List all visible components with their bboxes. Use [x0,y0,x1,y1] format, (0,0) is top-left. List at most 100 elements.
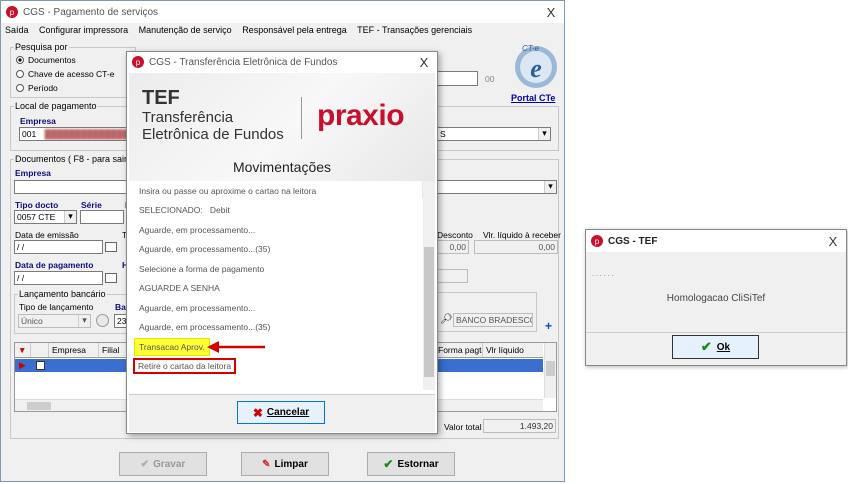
cte-logo-icon: e CT-e [515,44,557,88]
search-suffix: 00 [485,74,495,84]
messages-scrollbar[interactable] [423,181,435,390]
grid-vscroll[interactable] [544,343,556,398]
desconto-label: Desconto [437,230,473,240]
estornar-label: Estornar [397,458,439,470]
search-field[interactable] [436,71,478,86]
estornar-button[interactable]: ✔ Estornar [367,452,455,476]
ok-label: Ok [716,341,731,353]
tef-banner: TEF Transferência Eletrônica de Fundos p… [129,73,435,198]
readonly-field [435,269,468,283]
tef-brand-big: TEF [142,87,180,109]
ok-button[interactable]: ✔ Ok [672,335,759,359]
local-empresa-right: S [440,129,446,139]
tef-title-bar: p CGS - Transferência Eletrônica de Fund… [127,52,437,72]
row-checkbox[interactable] [36,361,45,370]
grid-col-empresa[interactable]: Empresa [49,343,99,357]
brand-divider [301,97,302,139]
limpar-label: Limpar [274,458,308,470]
data-emissao-field[interactable]: / / [14,240,103,254]
tipo-lancamento-label: Tipo de lançamento [19,302,94,312]
menu-bar: Saída Configurar impressora Manutenção d… [5,25,480,35]
desconto-field: 0,00 [435,240,469,254]
binoculars-icon[interactable]: 🔎︎ [440,314,453,325]
tef-dialog-title: CGS - Transferência Eletrônica de Fundos [149,56,338,68]
add-bank-button[interactable]: + [542,319,555,333]
hscroll-thumb[interactable] [27,402,51,410]
gravar-button[interactable]: ✔ Gravar [119,452,207,476]
radio-periodo-dot [16,84,24,92]
local-empresa-value: 001 [22,129,37,139]
eraser-icon: ✎ [262,458,271,470]
svg-text:CT-e: CT-e [522,44,540,53]
tipo-docto-label: Tipo docto [15,200,59,210]
tef-small-title-bar: p CGS - TEF X [586,230,846,252]
section-title: Movimentações [232,159,332,175]
cancel-x-icon: ✖ [252,405,263,420]
tef-small-dots: . . . . . . [592,271,614,278]
menu-manutencao-servico[interactable]: Manutenção de serviço [139,25,232,35]
documentos-legend: Documentos ( F8 - para sair ) [15,154,133,164]
tef-small-title: CGS - TEF [608,235,658,247]
radio-button-icon[interactable] [96,314,109,327]
data-pagamento-label: Data de pagamento [15,260,94,270]
grid-sort-icon[interactable]: ▼ [15,343,31,357]
scroll-thumb[interactable] [546,361,555,376]
limpar-button[interactable]: ✎ Limpar [241,452,329,476]
close-icon[interactable]: X [538,5,564,20]
radio-chave-acesso[interactable]: Chave de acesso CT-e [16,69,114,79]
menu-configurar-impressora[interactable]: Configurar impressora [39,25,128,35]
message-1: Insira ou passe ou aproxime o cartao na … [139,185,317,196]
svg-text:p: p [136,58,141,67]
svg-text:p: p [10,8,15,17]
annotation-arrow-icon [207,341,265,353]
grid-col-forma-pagto[interactable]: Forma pagto [435,343,483,357]
check-icon: ✔ [140,458,150,470]
message-remove-card-row: Retire o cartao da leitora [129,357,422,377]
menu-saida[interactable]: Saída [5,25,29,35]
message-7: Aguarde, em processamento... [139,302,256,313]
cancelar-label: Cancelar [266,407,310,418]
data-pagamento-field[interactable]: / / [14,271,103,285]
message-approved-row: Transacao Aprov. [129,337,422,357]
main-window-title: CGS - Pagamento de serviços [23,6,159,18]
cgs-app-icon: p [6,6,18,18]
radio-chave-label: Chave de acesso CT-e [28,69,115,79]
tef-brand-line2: Eletrônica de Fundos [142,126,284,143]
close-icon[interactable]: X [820,234,846,249]
calendar-icon[interactable] [105,273,117,283]
message-8: Aguarde, em processamento...(35) [139,322,271,333]
tipo-lancamento-select[interactable]: Único [18,314,91,328]
tef-small-body: . . . . . . Homologacao CliSiTef [586,252,846,332]
grid-col-vlr-liquido[interactable]: Vlr líquido [483,343,543,357]
tipo-docto-select[interactable]: 0057 CTE [14,210,77,224]
message-6: AGUARDE A SENHA [139,283,220,294]
message-2: SELECIONADO: Debit [139,205,230,216]
data-emissao-label: Data de emissão [15,230,79,240]
menu-tef-transacoes[interactable]: TEF - Transações gerenciais [357,25,472,35]
grid-check-header [31,343,49,357]
svg-text:e: e [530,54,542,83]
message-3: Aguarde, em processamento... [139,224,256,235]
close-icon[interactable]: X [411,55,437,70]
check-icon: ✔ [383,457,394,471]
vlr-liquido-field: 0,00 [474,240,558,254]
radio-documentos[interactable]: Documentos [16,55,76,65]
grid-col-filial[interactable]: Filial [99,343,129,357]
calendar-icon[interactable] [105,242,117,252]
message-remove-card: Retire o cartao da leitora [133,358,237,375]
tef-small-dialog: p CGS - TEF X . . . . . . Homologacao Cl… [585,229,847,366]
tef-brand-line1: Transferência [142,109,234,126]
valor-total-field: 1.493,20 [483,419,556,433]
serie-field[interactable] [80,210,124,224]
local-pagamento-legend: Local de pagamento [15,101,97,111]
scroll-thumb[interactable] [424,247,434,377]
messages-list: Insira ou passe ou aproxime o cartao na … [129,181,422,390]
check-icon: ✔ [700,339,712,354]
gravar-label: Gravar [153,458,186,470]
radio-periodo[interactable]: Período [16,83,58,93]
pesquisa-legend: Pesquisa por [15,42,68,52]
row-pointer-icon: ▶ [19,360,26,370]
serie-label: Série [81,200,102,210]
menu-responsavel-entrega[interactable]: Responsável pela entrega [242,25,347,35]
cancelar-button[interactable]: ✖ Cancelar [237,401,325,424]
